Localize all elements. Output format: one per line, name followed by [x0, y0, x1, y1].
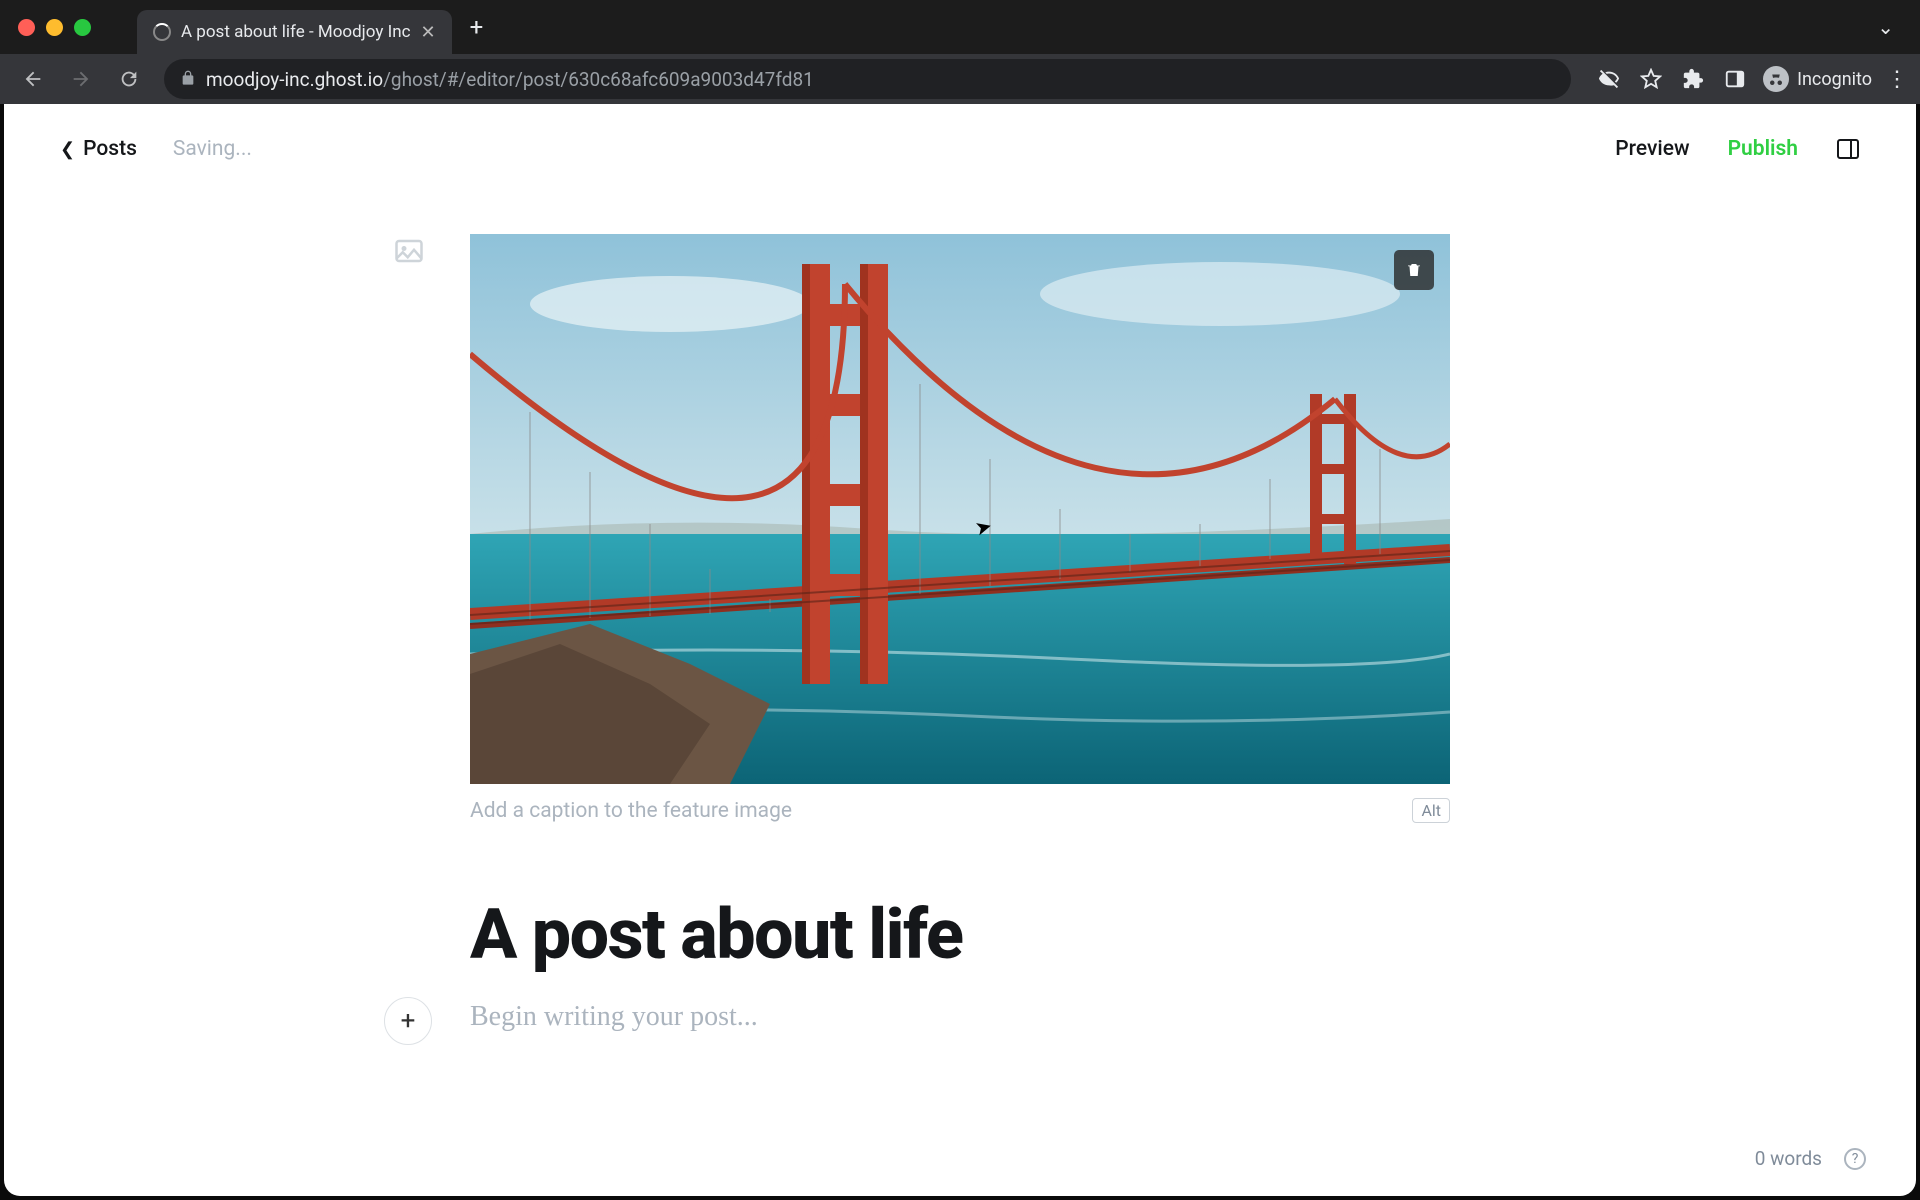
incognito-icon [1763, 66, 1789, 92]
browser-toolbar: moodjoy-inc.ghost.io/ghost/#/editor/post… [0, 54, 1920, 104]
save-status: Saving... [173, 137, 252, 161]
incognito-badge[interactable]: Incognito [1763, 66, 1872, 92]
delete-feature-image-button[interactable] [1394, 250, 1434, 290]
feature-image[interactable] [470, 234, 1450, 784]
close-tab-icon[interactable]: ✕ [421, 22, 436, 43]
browser-tab-active[interactable]: A post about life - Moodjoy Inc ✕ [137, 10, 452, 54]
post-body-editor[interactable] [470, 1001, 1450, 1033]
star-icon[interactable] [1637, 65, 1665, 93]
tab-title: A post about life - Moodjoy Inc [181, 22, 411, 42]
address-bar[interactable]: moodjoy-inc.ghost.io/ghost/#/editor/post… [164, 59, 1571, 99]
reload-button[interactable] [110, 60, 148, 98]
editor-footer-status: 0 words ? [1755, 1147, 1866, 1170]
alt-text-button[interactable]: Alt [1412, 798, 1450, 823]
reload-icon [118, 68, 140, 90]
incognito-label: Incognito [1797, 69, 1872, 90]
window-minimize[interactable] [46, 19, 63, 36]
post-title-input[interactable]: A post about life [470, 899, 1450, 973]
back-to-posts-link[interactable]: ❮ Posts [60, 137, 137, 161]
window-maximize[interactable] [74, 19, 91, 36]
preview-button[interactable]: Preview [1615, 137, 1689, 161]
settings-panel-toggle[interactable] [1836, 137, 1860, 161]
sidepanel-icon[interactable] [1721, 65, 1749, 93]
feature-image-caption-input[interactable] [470, 799, 1412, 823]
ghost-editor-viewport: ❮ Posts Saving... Preview Publish [4, 104, 1916, 1196]
add-card-button[interactable]: + [384, 997, 432, 1045]
window-close[interactable] [18, 19, 35, 36]
trash-icon [1405, 261, 1423, 279]
new-tab-button[interactable]: + [470, 13, 484, 41]
browser-menu-button[interactable]: ⋮ [1886, 67, 1906, 92]
chevron-left-icon: ❮ [60, 139, 75, 160]
chevron-down-icon[interactable]: ⌄ [1877, 15, 1894, 39]
nav-back-button[interactable] [14, 60, 52, 98]
arrow-left-icon [22, 68, 44, 90]
nav-forward-button[interactable] [62, 60, 100, 98]
lock-icon [180, 68, 196, 91]
extensions-icon[interactable] [1679, 65, 1707, 93]
eye-off-icon[interactable] [1595, 65, 1623, 93]
tab-strip: A post about life - Moodjoy Inc ✕ + [137, 0, 483, 54]
feature-image-picker-icon[interactable] [394, 236, 424, 266]
arrow-right-icon [70, 68, 92, 90]
word-count: 0 words [1755, 1147, 1822, 1170]
url-domain: moodjoy-inc.ghost.io [206, 68, 383, 91]
url-path: /ghost/#/editor/post/630c68afc609a9003d4… [383, 68, 814, 91]
publish-button[interactable]: Publish [1728, 137, 1798, 161]
golden-gate-bridge-image [470, 234, 1450, 784]
back-label: Posts [83, 137, 137, 161]
browser-titlebar: A post about life - Moodjoy Inc ✕ + ⌄ [0, 0, 1920, 54]
editor-header: ❮ Posts Saving... Preview Publish [4, 104, 1916, 194]
sidepanel-icon [1836, 137, 1860, 161]
loading-spinner-icon [153, 23, 171, 41]
window-controls [18, 19, 91, 36]
help-button[interactable]: ? [1844, 1148, 1866, 1170]
